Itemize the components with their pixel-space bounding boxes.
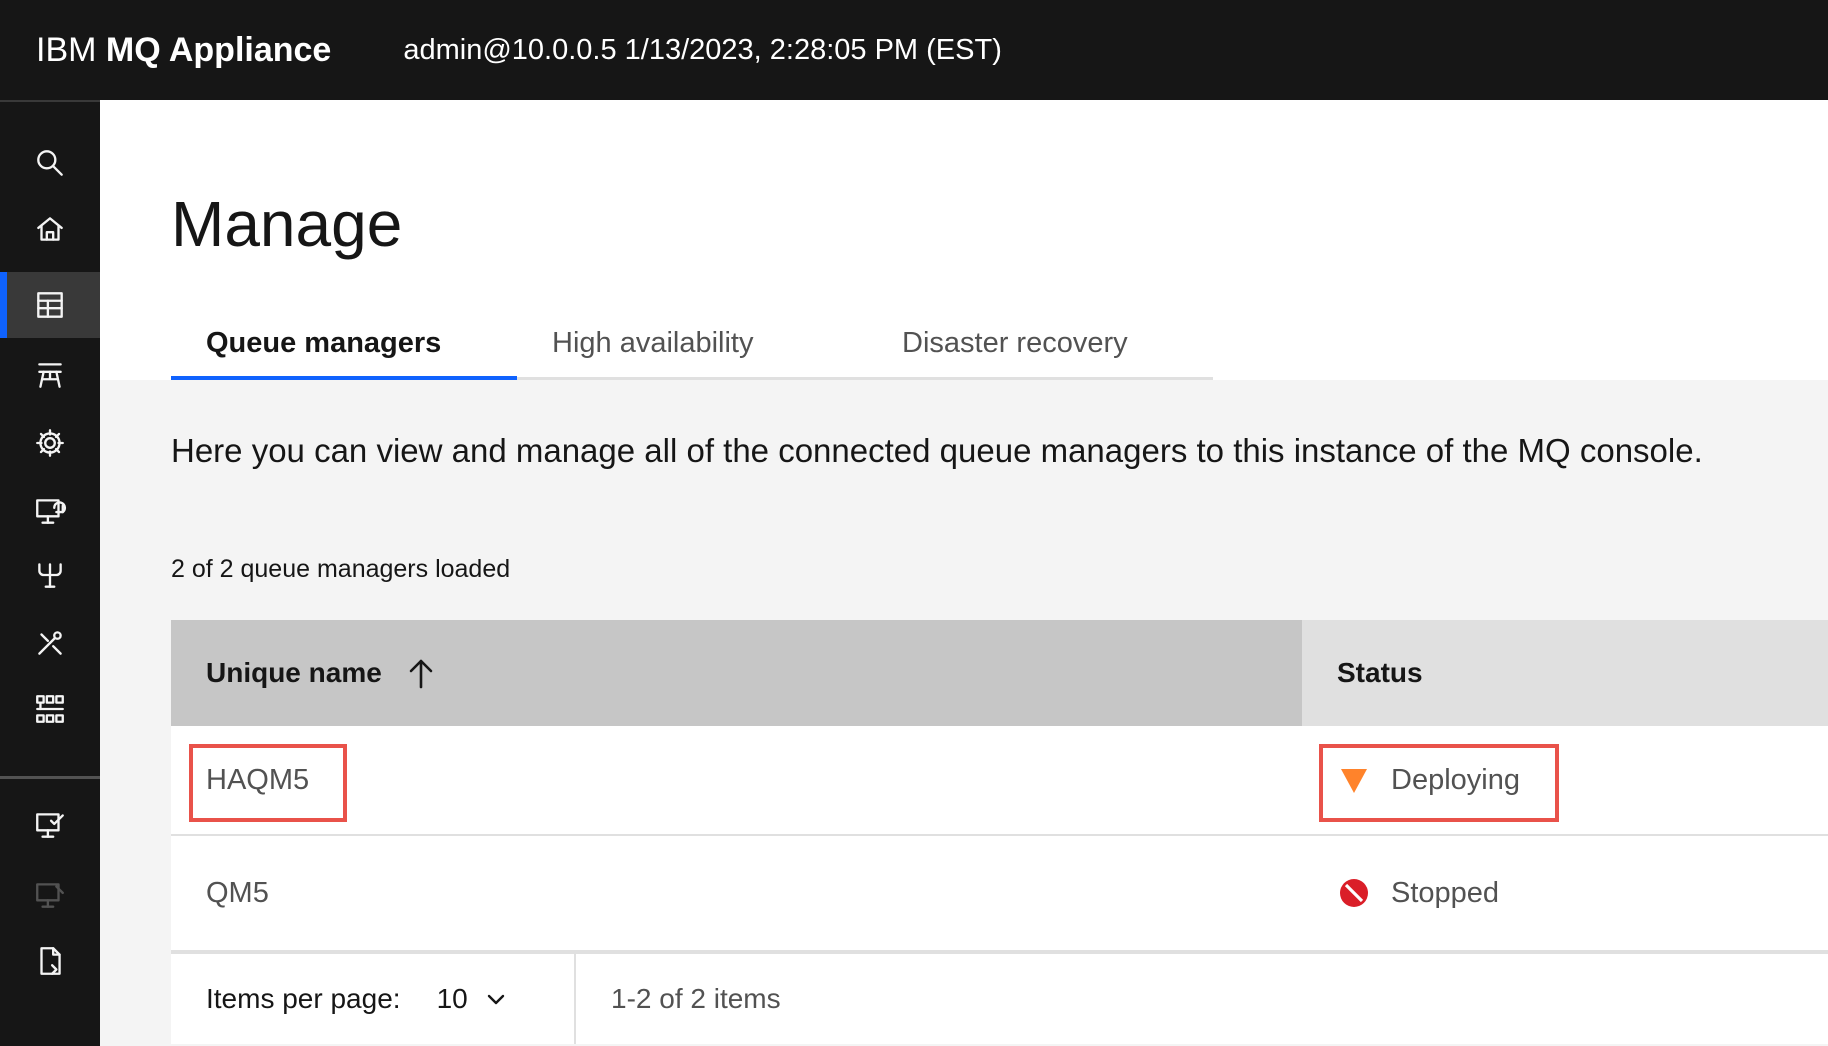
topology-icon [36,695,64,723]
side-nav [0,100,100,1046]
gear-icon [36,429,64,457]
status-text: Stopped [1391,876,1500,909]
chevron-down-icon [487,994,504,1005]
page-description: Here you can view and manage all of the … [171,432,1703,469]
column-header-unique-name[interactable]: Unique name [171,620,1302,726]
table-header: Unique name Status [171,620,1828,726]
cell-status: Deploying [1302,726,1828,834]
queue-managers-table: Unique name Status HAQM5 Deploying QM5 S… [171,620,1828,1044]
tab-list: Queue managers High availability Disaste… [171,310,1213,380]
app-header: IBM MQ Appliance admin@10.0.0.5 1/13/202… [0,0,1828,100]
nav-tools[interactable] [0,610,100,676]
session-info: admin@10.0.0.5 1/13/2023, 2:28:05 PM (ES… [403,33,1002,66]
column-label-status: Status [1337,657,1423,688]
nav-manage[interactable] [0,272,100,338]
tab-queue-managers[interactable]: Queue managers [171,310,517,380]
loaded-count: 2 of 2 queue managers loaded [171,555,511,583]
column-header-status[interactable]: Status [1302,620,1828,726]
nav-settings[interactable] [0,410,100,476]
nav-divider [0,776,100,779]
nav-home[interactable] [0,196,100,262]
nav-document[interactable] [0,928,100,994]
pagination-range: 1-2 of 2 items [611,983,781,1014]
search-icon [37,150,63,176]
tab-disaster-recovery[interactable]: Disaster recovery [867,310,1213,380]
page-title: Manage [171,188,403,260]
items-per-page-select[interactable]: 10 [437,983,508,1015]
nav-monitor-sync[interactable] [0,478,100,544]
monitor-sync-icon [36,499,67,524]
column-label-unique-name: Unique name [206,657,382,688]
app-brand[interactable]: IBM MQ Appliance [36,31,331,70]
cell-status: Stopped [1302,836,1828,950]
cell-name: HAQM5 [171,726,1302,834]
fork-icon [38,563,62,588]
table-icon [37,292,63,318]
table-row[interactable]: QM5 Stopped [171,836,1828,952]
document-icon [40,947,61,975]
nav-fork[interactable] [0,542,100,608]
monitor-check-icon [36,813,64,838]
items-per-page-value: 10 [436,983,468,1014]
nav-network[interactable] [0,342,100,408]
cell-name: QM5 [171,836,1302,950]
brand-name: MQ Appliance [105,30,332,69]
highlight-box [1319,744,1559,822]
highlight-box [189,744,347,822]
nav-monitor-disabled [0,862,100,928]
tools-icon [38,631,62,655]
nav-monitor-check[interactable] [0,792,100,858]
nav-topology[interactable] [0,676,100,742]
tab-high-availability[interactable]: High availability [517,310,867,380]
arrow-up-icon[interactable] [406,656,436,690]
stopped-icon [1340,879,1368,907]
monitor-disabled-icon [36,883,64,908]
nav-search[interactable] [0,130,100,196]
items-per-page: Items per page: 10 [171,954,576,1044]
home-icon [37,217,63,241]
queue-manager-name[interactable]: QM5 [206,877,269,910]
table-pagination: Items per page: 10 1-2 of 2 items [171,952,1828,1044]
table-row[interactable]: HAQM5 Deploying [171,726,1828,836]
items-per-page-label: Items per page: [206,983,401,1014]
brand-prefix: IBM [36,30,97,69]
network-icon [38,363,62,388]
